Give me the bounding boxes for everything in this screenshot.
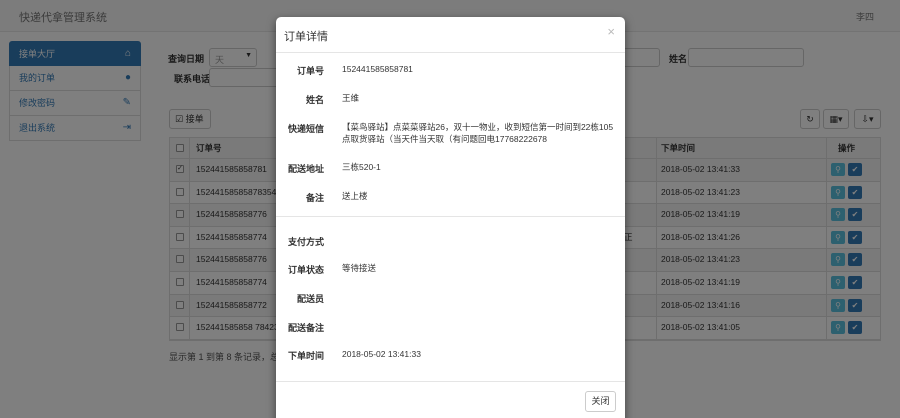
order-time-label: 下单时间	[287, 351, 324, 361]
order-no-value: 152441585858781	[342, 64, 413, 74]
modal-footer-divider	[276, 381, 625, 382]
express-sms-label: 快递短信	[287, 124, 324, 134]
name-field-value: 王维	[342, 93, 360, 103]
courier-remark-label: 配送备注	[287, 323, 324, 333]
payment-label: 支付方式	[287, 237, 324, 247]
address-value: 三栋520-1	[342, 162, 381, 172]
order-time-value: 2018-05-02 13:41:33	[342, 349, 421, 359]
order-detail-modal: 订单详情 × 订单号 152441585858781 姓名 王维 快递短信 【菜…	[276, 17, 625, 418]
name-field-label: 姓名	[305, 95, 324, 105]
courier-label: 配送员	[296, 294, 324, 304]
express-sms-value: 【菜鸟驿站】点菜菜驿站26，双十一物业，收到短信第一时间到22栋105点取货驿站…	[342, 122, 614, 144]
modal-title: 订单详情	[284, 31, 328, 43]
order-no-label: 订单号	[296, 66, 324, 76]
section-divider	[276, 216, 625, 217]
remark-label: 备注	[305, 193, 324, 203]
order-status-label: 订单状态	[287, 265, 324, 275]
close-icon[interactable]: ×	[607, 24, 615, 39]
close-button[interactable]: 关闭	[585, 391, 616, 412]
order-status-value: 等待接送	[342, 263, 377, 273]
address-label: 配送地址	[287, 164, 324, 174]
remark-value: 送上楼	[342, 191, 368, 201]
modal-header: 订单详情 ×	[276, 17, 625, 53]
